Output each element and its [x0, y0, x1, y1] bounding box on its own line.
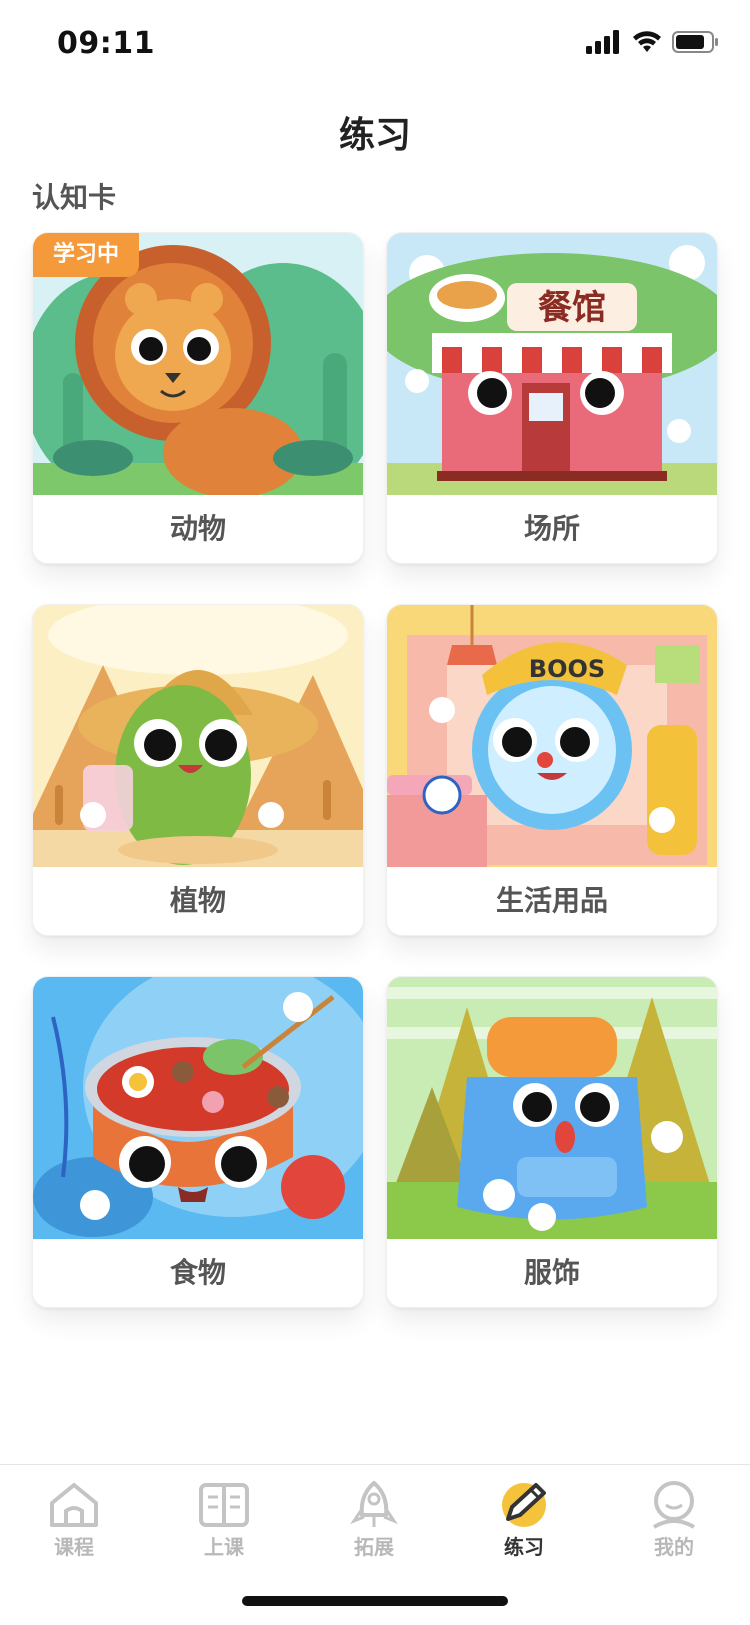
card-animals[interactable]: 学习中 动物 [32, 232, 364, 564]
status-bar: 09:11 [0, 0, 750, 88]
tab-explore[interactable]: 拓展 [324, 1479, 424, 1569]
user-icon [652, 1481, 696, 1529]
hotpot-illustration [33, 977, 363, 1239]
restaurant-illustration: 餐馆 [387, 233, 717, 495]
tab-label: 练习 [504, 1535, 544, 1559]
status-icons [586, 30, 720, 54]
tab-label: 上课 [204, 1535, 244, 1559]
book-icon [199, 1483, 249, 1527]
cactus-illustration [33, 605, 363, 867]
page-title: 练习 [338, 115, 411, 156]
card-daily-items[interactable]: BOOS 生活用品 [386, 604, 718, 936]
tab-courses[interactable]: 课程 [24, 1479, 124, 1569]
tab-label: 我的 [654, 1535, 694, 1559]
rocket-icon [350, 1481, 398, 1527]
awning [432, 347, 672, 373]
pencil-icon [502, 1483, 546, 1527]
backpack-illustration [387, 977, 717, 1239]
card-plants[interactable]: 植物 [32, 604, 364, 936]
tab-me[interactable]: 我的 [624, 1479, 724, 1569]
tab-practice[interactable]: 练习 [474, 1479, 574, 1569]
signal-icon [586, 30, 619, 54]
card-label: 生活用品 [387, 867, 717, 935]
learning-badge: 学习中 [33, 233, 140, 277]
battery-icon [672, 31, 718, 53]
card-places[interactable]: 餐馆 场所 [386, 232, 718, 564]
cap-text: BOOS [529, 655, 605, 683]
status-time: 09:11 [57, 26, 155, 61]
restaurant-sign: 餐馆 [538, 288, 606, 328]
tab-class[interactable]: 上课 [174, 1479, 274, 1569]
section-title: 认知卡 [32, 181, 117, 214]
clock-illustration: BOOS [387, 605, 717, 867]
card-label: 植物 [33, 867, 363, 935]
home-icon [50, 1483, 98, 1527]
card-label: 食物 [33, 1239, 363, 1307]
card-label: 场所 [387, 495, 717, 563]
tab-label: 拓展 [354, 1535, 394, 1559]
home-indicator[interactable] [242, 1596, 508, 1606]
card-label: 动物 [33, 495, 363, 563]
tab-label: 课程 [54, 1535, 94, 1559]
card-food[interactable]: 食物 [32, 976, 364, 1308]
card-label: 服饰 [387, 1239, 717, 1307]
wifi-icon [633, 31, 661, 52]
card-clothing[interactable]: 服饰 [386, 976, 718, 1308]
